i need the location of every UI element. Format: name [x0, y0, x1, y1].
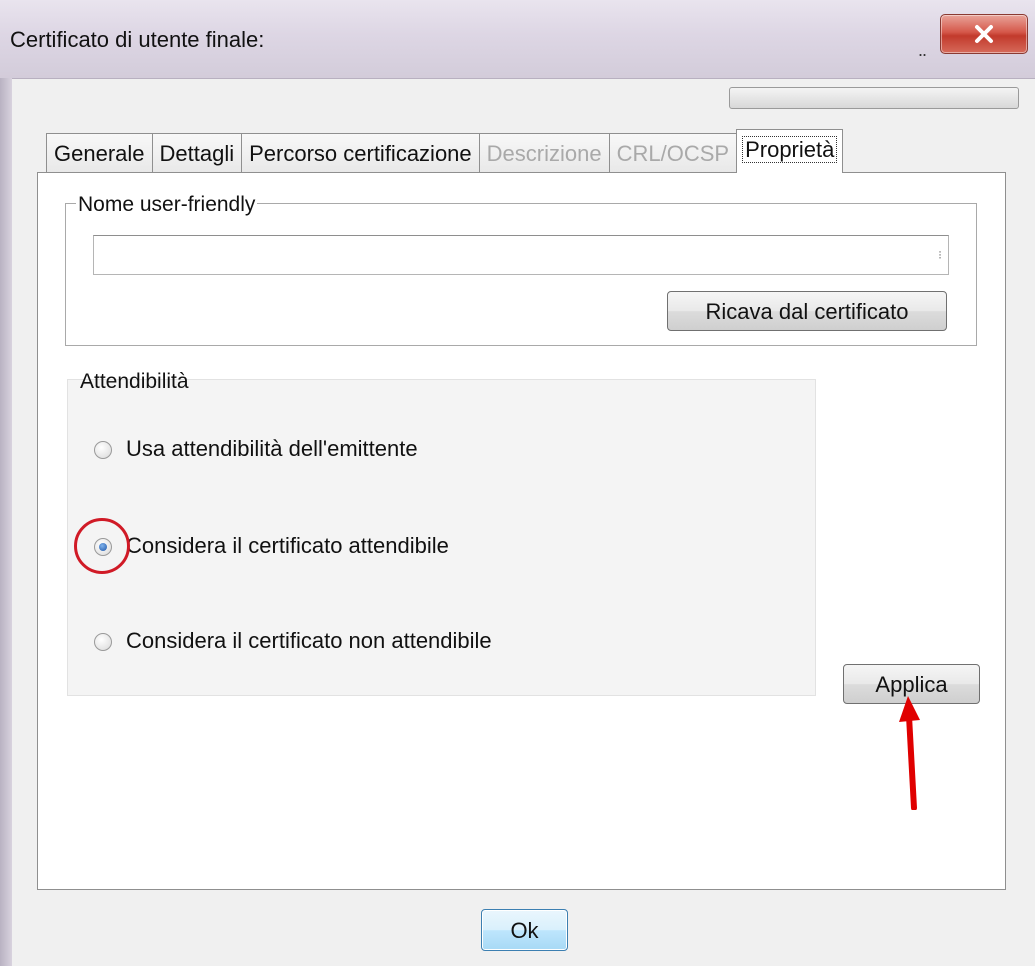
- tab-proprieta[interactable]: Proprietà: [736, 129, 844, 173]
- close-x-icon: [975, 25, 993, 43]
- friendly-name-legend: Nome user-friendly: [76, 193, 258, 217]
- title-bar[interactable]: Certificato di utente finale: ..: [0, 0, 1035, 79]
- trust-legend: Attendibilità: [80, 370, 189, 393]
- tab-strip: Generale Dettagli Percorso certificazion…: [46, 129, 844, 173]
- minimize-glyph: ..: [918, 40, 927, 60]
- ok-button[interactable]: Ok: [481, 909, 568, 951]
- radio-untrusted[interactable]: [94, 633, 112, 651]
- tab-descrizione: Descrizione: [478, 133, 610, 173]
- tab-dettagli[interactable]: Dettagli: [151, 133, 243, 173]
- tab-crl-ocsp: CRL/OCSP: [608, 133, 738, 173]
- window-title: Certificato di utente finale:: [10, 27, 265, 52]
- friendly-name-input[interactable]: ⁝: [93, 235, 949, 275]
- radio-trusted-label[interactable]: Considera il certificato attendibile: [126, 533, 449, 559]
- window-left-border: [0, 78, 12, 966]
- radio-use-issuer-trust[interactable]: [94, 441, 112, 459]
- progress-bar: [729, 87, 1019, 109]
- certificate-dialog: Certificato di utente finale: .. General…: [0, 0, 1035, 966]
- input-resize-mark: ⁝: [938, 248, 942, 262]
- radio-use-issuer-trust-label[interactable]: Usa attendibilità dell'emittente: [126, 436, 418, 462]
- red-arrow-icon: [899, 696, 920, 810]
- radio-untrusted-label[interactable]: Considera il certificato non attendibile: [126, 628, 492, 654]
- close-button[interactable]: [940, 14, 1028, 54]
- red-highlight-circle: [74, 518, 130, 574]
- derive-from-certificate-button[interactable]: Ricava dal certificato: [667, 291, 947, 331]
- tab-proprieta-label: Proprietà: [742, 136, 838, 163]
- tab-generale[interactable]: Generale: [46, 133, 153, 173]
- tab-percorso-certificazione[interactable]: Percorso certificazione: [241, 133, 480, 173]
